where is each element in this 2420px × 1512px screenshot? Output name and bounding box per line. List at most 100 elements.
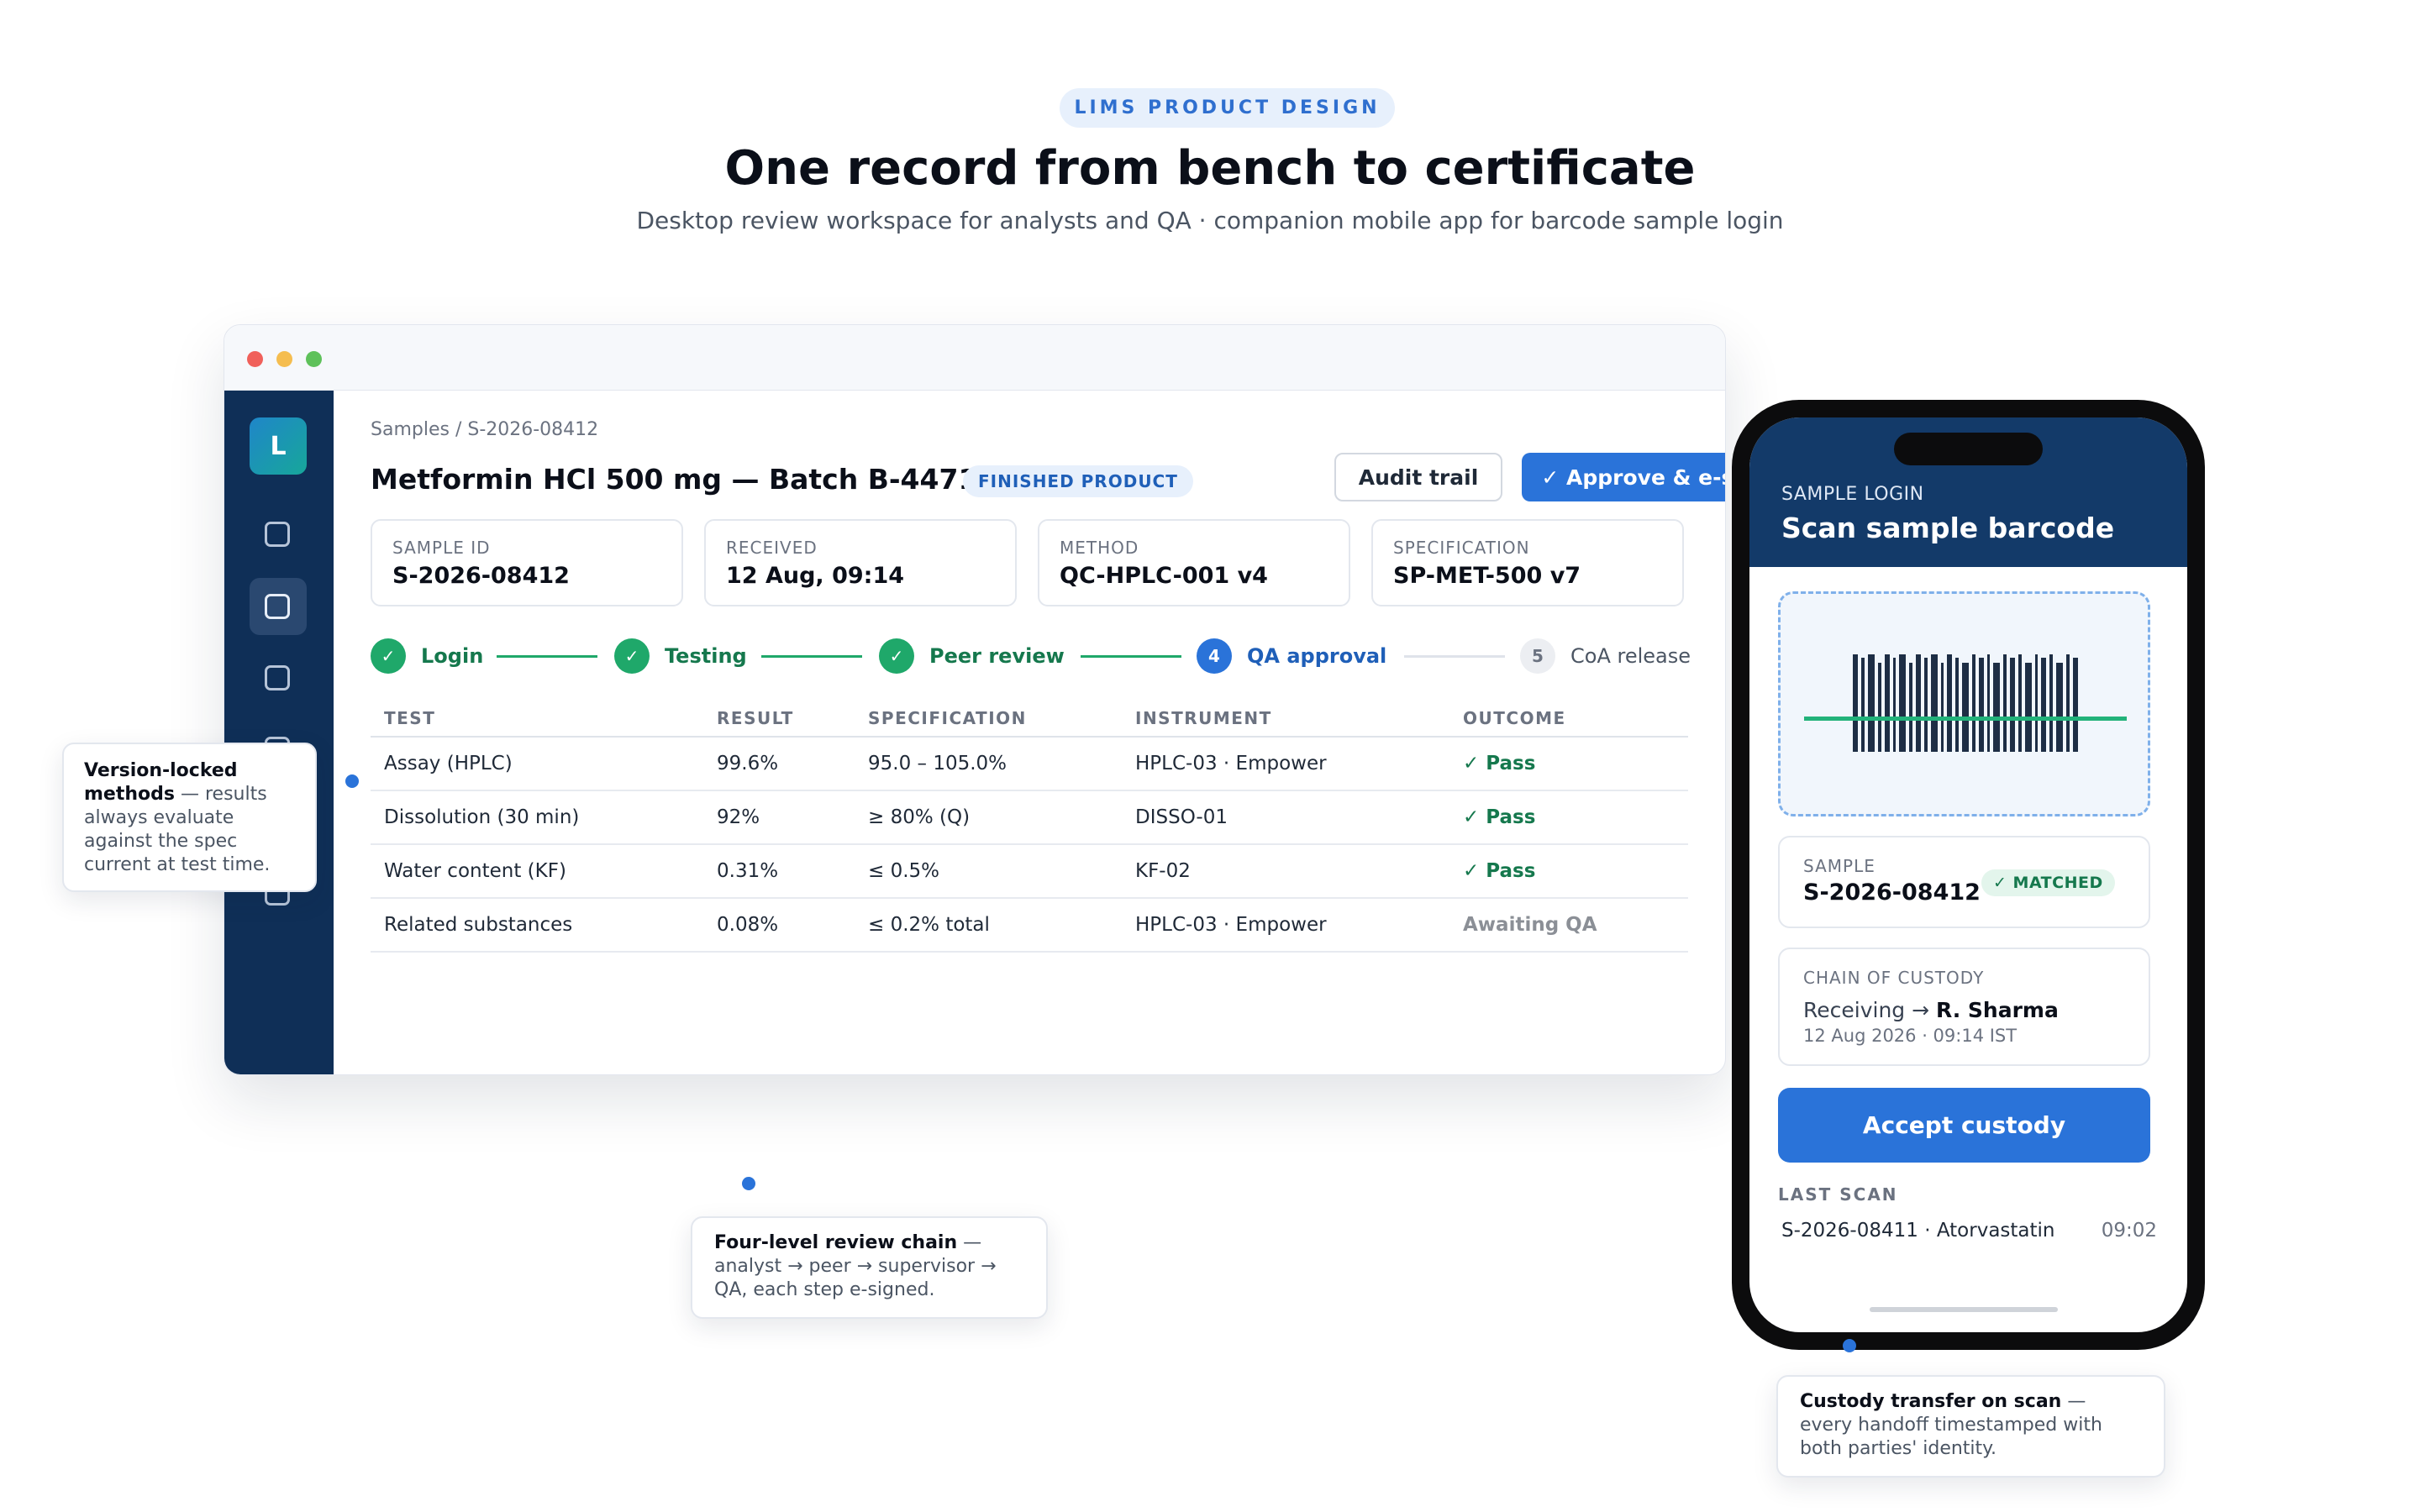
approve-esign-button[interactable]: ✓ Approve & e-sign — [1522, 453, 1725, 501]
hero-title: One record from bench to certificate — [724, 141, 1696, 196]
accept-custody-button[interactable]: Accept custody — [1778, 1088, 2150, 1163]
step-login-check-icon: ✓ — [371, 638, 406, 674]
table-row[interactable]: Related substances 0.08% ≤ 0.2% total HP… — [371, 899, 1688, 953]
step-qa-approval-label[interactable]: QA approval — [1247, 644, 1386, 668]
step-peer-review-check-icon: ✓ — [879, 638, 914, 674]
custody-transfer: Receiving → R. Sharma — [1803, 998, 2059, 1022]
hero-subtitle: Desktop review workspace for analysts an… — [636, 207, 1784, 234]
step-connector — [497, 655, 597, 658]
nav-tests-icon[interactable] — [265, 665, 290, 690]
column-header-outcome[interactable]: OUTCOME — [1463, 700, 1566, 736]
cell-instrument: KF-02 — [1135, 860, 1191, 882]
mobile-screen: SAMPLE LOGIN Scan sample barcode SAMPLE … — [1749, 417, 2187, 1332]
callout-review-chain: Four-level review chain — analyst → peer… — [691, 1216, 1048, 1319]
last-scan-label: LAST SCAN — [1778, 1184, 1898, 1205]
breadcrumb[interactable]: Samples / S-2026-08412 — [371, 419, 598, 440]
meta-label: METHOD — [1060, 538, 1139, 558]
sample-detail: Samples / S-2026-08412 Metformin HCl 500… — [334, 391, 1725, 1074]
window-titlebar — [224, 325, 1725, 391]
nav-dashboard-icon[interactable] — [265, 522, 290, 547]
table-row[interactable]: Dissolution (30 min) 92% ≥ 80% (Q) DISSO… — [371, 791, 1688, 845]
audit-trail-button[interactable]: Audit trail — [1334, 453, 1502, 501]
maximize-window-icon[interactable] — [306, 351, 322, 367]
cell-outcome-pass: ✓ Pass — [1463, 860, 1536, 882]
eyebrow-badge: LIMS PRODUCT DESIGN — [1060, 88, 1395, 128]
close-window-icon[interactable] — [247, 351, 263, 367]
custody-card: CHAIN OF CUSTODY Receiving → R. Sharma 1… — [1778, 948, 2150, 1066]
meta-value: QC-HPLC-001 v4 — [1060, 563, 1268, 589]
dynamic-island — [1894, 433, 2043, 465]
cell-spec: ≤ 0.2% total — [868, 914, 990, 936]
sample-match-card: SAMPLE S-2026-08412 ✓ MATCHED — [1778, 836, 2150, 928]
step-connector — [761, 655, 862, 658]
cell-result: 99.6% — [717, 753, 779, 774]
callout-pin — [345, 774, 359, 788]
meta-label: SPECIFICATION — [1393, 538, 1530, 558]
table-row[interactable]: Assay (HPLC) 99.6% 95.0 – 105.0% HPLC-03… — [371, 738, 1688, 791]
last-scan-time: 09:02 — [2101, 1220, 2157, 1242]
meta-label: SAMPLE ID — [392, 538, 491, 558]
step-connector — [1404, 655, 1505, 658]
custody-to: R. Sharma — [1936, 998, 2059, 1022]
mobile-eyebrow: SAMPLE LOGIN — [1781, 484, 1924, 505]
barcode-scanner-viewfinder[interactable] — [1778, 591, 2150, 816]
app-logo[interactable]: L — [250, 417, 307, 475]
cell-result: 0.31% — [717, 860, 779, 882]
meta-value: S-2026-08412 — [392, 563, 570, 589]
meta-card-specification: SPECIFICATION SP-MET-500 v7 — [1371, 519, 1684, 606]
step-testing-label[interactable]: Testing — [665, 644, 747, 668]
column-header-result[interactable]: RESULT — [717, 700, 794, 736]
step-testing-check-icon: ✓ — [614, 638, 650, 674]
step-coa-release-marker: 5 — [1520, 638, 1555, 674]
step-connector — [1081, 655, 1181, 658]
review-stepper: ✓ Login ✓ Testing ✓ Peer review 4 QA app… — [371, 638, 1725, 680]
barcode-icon — [1853, 654, 2078, 752]
sample-label: SAMPLE — [1803, 856, 1876, 876]
table-header-row: TEST RESULT SPECIFICATION INSTRUMENT OUT… — [371, 700, 1688, 738]
callout-title: Four-level review chain — [714, 1232, 958, 1253]
custody-timestamp: 12 Aug 2026 · 09:14 IST — [1803, 1026, 2018, 1046]
cell-instrument: HPLC-03 · Empower — [1135, 914, 1327, 936]
callout-version-locked: Version-locked methods — results always … — [62, 743, 317, 892]
cell-spec: ≥ 80% (Q) — [868, 806, 971, 828]
table-row[interactable]: Water content (KF) 0.31% ≤ 0.5% KF-02 ✓ … — [371, 845, 1688, 899]
mobile-header: SAMPLE LOGIN Scan sample barcode — [1749, 417, 2187, 567]
cell-spec: 95.0 – 105.0% — [868, 753, 1007, 774]
meta-value: 12 Aug, 09:14 — [726, 563, 905, 589]
callout-custody-transfer: Custody transfer on scan — every handoff… — [1776, 1375, 2165, 1478]
cell-outcome-awaiting: Awaiting QA — [1463, 914, 1597, 936]
cell-result: 92% — [717, 806, 760, 828]
column-header-test[interactable]: TEST — [384, 700, 435, 736]
meta-label: RECEIVED — [726, 538, 818, 558]
column-header-instrument[interactable]: INSTRUMENT — [1135, 700, 1272, 736]
cell-test: Water content (KF) — [384, 860, 566, 882]
meta-card-method: METHOD QC-HPLC-001 v4 — [1038, 519, 1350, 606]
column-header-specification[interactable]: SPECIFICATION — [868, 700, 1027, 736]
results-table: TEST RESULT SPECIFICATION INSTRUMENT OUT… — [371, 700, 1688, 953]
matched-badge: ✓ MATCHED — [1981, 869, 2115, 896]
meta-card-received: RECEIVED 12 Aug, 09:14 — [704, 519, 1017, 606]
sample-value: S-2026-08412 — [1803, 879, 1981, 906]
minimize-window-icon[interactable] — [276, 351, 292, 367]
cell-test: Dissolution (30 min) — [384, 806, 580, 828]
custody-from: Receiving → — [1803, 998, 1930, 1022]
cell-instrument: DISSO-01 — [1135, 806, 1228, 828]
step-login-label[interactable]: Login — [421, 644, 483, 668]
callout-pin — [742, 1177, 755, 1190]
home-indicator[interactable] — [1870, 1307, 2058, 1312]
scan-line — [1804, 717, 2127, 721]
cell-result: 0.08% — [717, 914, 779, 936]
cell-test: Assay (HPLC) — [384, 753, 513, 774]
product-type-badge: FINISHED PRODUCT — [963, 465, 1193, 497]
step-peer-review-label[interactable]: Peer review — [929, 644, 1065, 668]
mobile-title: Scan sample barcode — [1781, 512, 2115, 544]
step-coa-release-label[interactable]: CoA release — [1570, 644, 1691, 668]
callout-title: Custody transfer on scan — [1800, 1391, 2062, 1412]
nav-samples-icon[interactable] — [265, 594, 290, 619]
cell-instrument: HPLC-03 · Empower — [1135, 753, 1327, 774]
step-qa-approval-marker: 4 — [1197, 638, 1232, 674]
custody-label: CHAIN OF CUSTODY — [1803, 968, 1985, 988]
last-scan-item[interactable]: S-2026-08411 · Atorvastatin — [1781, 1220, 2055, 1242]
cell-spec: ≤ 0.5% — [868, 860, 940, 882]
cell-outcome-pass: ✓ Pass — [1463, 753, 1536, 774]
